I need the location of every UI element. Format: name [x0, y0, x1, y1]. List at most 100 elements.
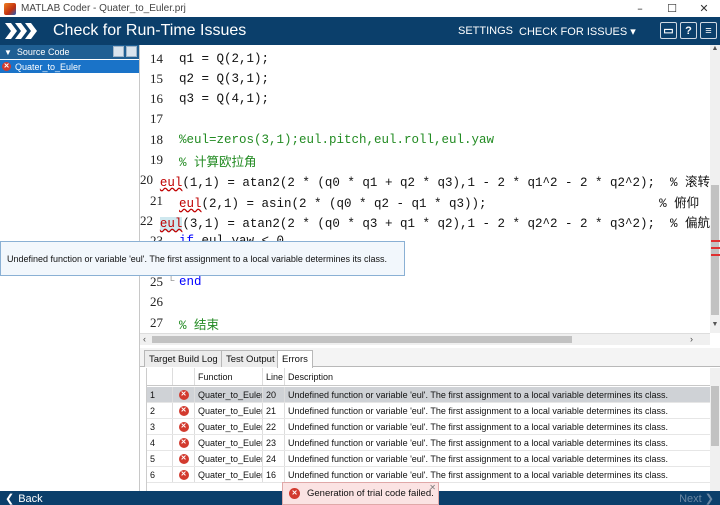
editor-horizontal-scrollbar[interactable]: ‹ › [140, 333, 710, 345]
back-button[interactable]: ❮ Back [5, 492, 43, 505]
code-line: 18 %eul=zeros(3,1);eul.pitch,eul.roll,eu… [140, 130, 710, 150]
column-header-function[interactable]: Function [195, 368, 263, 385]
error-underlined-variable[interactable]: eul [160, 176, 183, 190]
code-text: (2,1) = asin(2 * (q0 * q2 - q1 * q3)); %… [201, 196, 700, 211]
error-underlined-variable[interactable]: eul [179, 197, 202, 211]
line-number: 22 [140, 213, 153, 228]
table-row[interactable]: 1 ✕ Quater_to_Euler 20 Undefined functio… [147, 387, 710, 403]
code-text: q2 = Q(3,1); [179, 72, 270, 86]
line-number: 25 [150, 274, 163, 289]
line-number: 18 [150, 132, 163, 147]
error-icon: ✕ [289, 488, 300, 499]
table-row[interactable]: 3 ✕ Quater_to_Euler 22 Undefined functio… [147, 419, 710, 435]
column-header-description[interactable]: Description [285, 368, 710, 385]
error-icon: ✕ [178, 453, 189, 464]
back-label: Back [18, 492, 43, 505]
table-row[interactable]: 6 ✕ Quater_to_Euler 16 Undefined functio… [147, 467, 710, 483]
error-icon: ✕ [178, 437, 189, 448]
error-tooltip: Undefined function or variable 'eul'. Th… [0, 241, 405, 276]
line-number: 14 [150, 51, 163, 66]
tree-view-icon[interactable] [126, 46, 137, 57]
line-number: 21 [150, 193, 163, 208]
window-controls: – ☐ ✕ [624, 0, 720, 17]
scroll-down-icon[interactable]: ▼ [710, 321, 720, 331]
code-text: (3,1) = atan2(2 * (q0 * q3 + q1 * q2),1 … [182, 216, 710, 231]
tab-test-output[interactable]: Test Output [221, 350, 280, 367]
tooltip-text: Undefined function or variable 'eul'. Th… [7, 253, 387, 264]
scroll-thumb[interactable] [152, 336, 572, 343]
line-number: 26 [150, 294, 163, 309]
output-tabs: Target Build Log Test Output Errors [140, 348, 720, 368]
code-line: 15 q2 = Q(3,1); [140, 69, 710, 89]
window-title: MATLAB Coder - Quater_to_Euler.prj [21, 3, 186, 14]
code-line: 17 [140, 109, 710, 129]
errors-table: Function Line Description 1 ✕ Quater_to_… [146, 368, 710, 491]
error-notification: ✕ Generation of trial code failed. ✕ [282, 482, 439, 505]
code-line: 20 eul(1,1) = atan2(2 * (q0 * q1 + q2 * … [140, 170, 710, 190]
scroll-right-icon[interactable]: › [690, 334, 693, 344]
error-marker[interactable] [711, 254, 720, 256]
code-text: q3 = Q(4,1); [179, 92, 270, 106]
error-icon: ✕ [178, 389, 189, 400]
close-button[interactable]: ✕ [688, 0, 720, 17]
notification-text: Generation of trial code failed. [307, 488, 434, 499]
chevron-left-icon: ❮ [5, 493, 15, 505]
code-editor[interactable]: 14 q1 = Q(2,1); 15 q2 = Q(3,1); 16 q3 = … [140, 45, 710, 333]
scroll-up-icon[interactable]: ▲ [710, 45, 720, 55]
highlighted-variable[interactable]: eul [159, 216, 183, 231]
error-icon: ✕ [2, 62, 11, 71]
error-icon: ✕ [178, 421, 189, 432]
check-for-issues-button[interactable]: CHECK FOR ISSUES ▾ [519, 25, 636, 38]
error-icon: ✕ [178, 405, 189, 416]
code-text: (1,1) = atan2(2 * (q0 * q1 + q2 * q3),1 … [182, 175, 710, 190]
error-icon: ✕ [178, 469, 189, 480]
line-number: 16 [150, 91, 163, 106]
table-row[interactable]: 5 ✕ Quater_to_Euler 24 Undefined functio… [147, 451, 710, 467]
scroll-left-icon[interactable]: ‹ [143, 334, 146, 344]
source-code-tools [113, 46, 137, 57]
menu-icon[interactable]: ≡ [700, 22, 717, 39]
table-vertical-scrollbar[interactable] [710, 368, 720, 491]
code-comment: % 结束 [179, 318, 220, 333]
minimize-button[interactable]: – [624, 0, 656, 17]
next-button[interactable]: Next ❯ [679, 492, 714, 505]
code-line: 27 % 结束 [140, 313, 710, 333]
code-line: 22 eul(3,1) = atan2(2 * (q0 * q3 + q1 * … [140, 211, 710, 231]
list-view-icon[interactable] [113, 46, 124, 57]
workflow-chevron-icon [5, 23, 41, 39]
sidebar-item-quater-to-euler[interactable]: ✕ Quater_to_Euler [0, 60, 139, 73]
code-line: 19 % 计算欧拉角 [140, 150, 710, 170]
table-row[interactable]: 2 ✕ Quater_to_Euler 21 Undefined functio… [147, 403, 710, 419]
scroll-thumb[interactable] [711, 386, 719, 446]
code-comment: % 计算欧拉角 [179, 155, 257, 170]
error-marker[interactable] [711, 247, 720, 249]
line-number: 15 [150, 71, 163, 86]
table-row[interactable]: 4 ✕ Quater_to_Euler 23 Undefined functio… [147, 435, 710, 451]
error-marker[interactable] [711, 240, 720, 242]
column-header-line[interactable]: Line [263, 368, 285, 385]
settings-button[interactable]: SETTINGS [458, 25, 513, 37]
tab-target-build-log[interactable]: Target Build Log [144, 350, 223, 367]
code-line: 14 q1 = Q(2,1); [140, 49, 710, 69]
code-keyword: end [179, 275, 202, 289]
editor-vertical-scrollbar[interactable]: ▲ ▼ [710, 45, 720, 333]
line-number: 27 [150, 315, 163, 330]
source-code-label: Source Code [16, 47, 70, 57]
close-icon[interactable]: ✕ [429, 483, 436, 492]
window-titlebar: MATLAB Coder - Quater_to_Euler.prj – ☐ ✕ [0, 0, 720, 17]
source-code-header[interactable]: ▼ Source Code [0, 45, 139, 59]
help-icon[interactable]: ? [680, 22, 697, 39]
collapse-triangle-icon[interactable]: ▼ [4, 48, 12, 57]
code-line: 26 [140, 292, 710, 312]
fold-end-marker: └ [167, 276, 175, 288]
sidebar-item-label: Quater_to_Euler [15, 61, 82, 72]
table-header: Function Line Description [147, 368, 710, 386]
matlab-coder-window: MATLAB Coder - Quater_to_Euler.prj – ☐ ✕… [0, 0, 720, 505]
code-comment: %eul=zeros(3,1);eul.pitch,eul.roll,eul.y… [179, 133, 495, 147]
tab-errors[interactable]: Errors [277, 350, 313, 368]
line-number: 17 [150, 111, 163, 126]
maximize-button[interactable]: ☐ [656, 0, 688, 17]
code-line: 21 eul(2,1) = asin(2 * (q0 * q2 - q1 * q… [140, 191, 710, 211]
save-icon[interactable]: ▭ [660, 22, 677, 39]
scroll-thumb[interactable] [711, 185, 719, 315]
